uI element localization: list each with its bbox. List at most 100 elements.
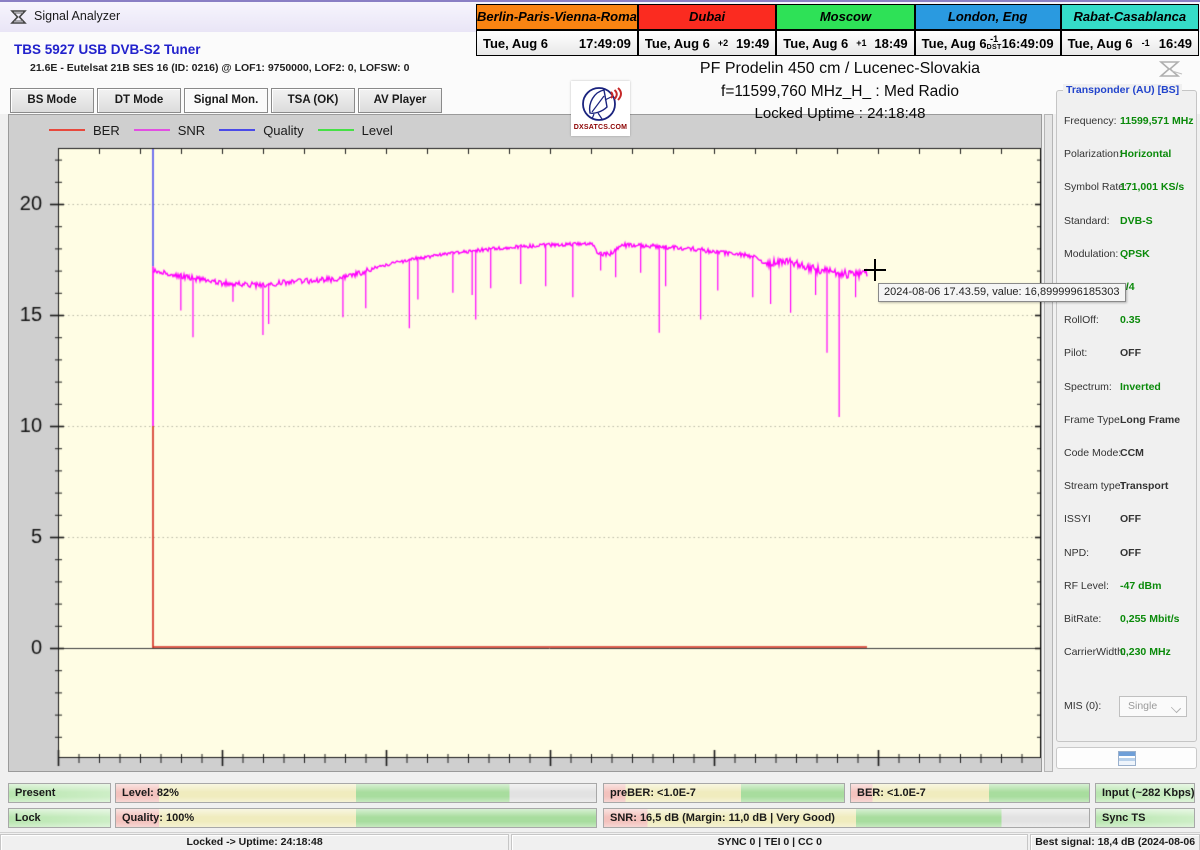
meter-ber: BER: <1.0E-7 (850, 783, 1090, 803)
tab-bs-mode[interactable]: BS Mode (10, 88, 94, 113)
logo-text: DXSATCS.COM (574, 124, 627, 131)
tp-label: BitRate: (1064, 613, 1101, 625)
meter-syncts: Sync TS (1095, 808, 1195, 828)
tp-label: Modulation: (1064, 248, 1118, 260)
tp-row-spectrum: Spectrum: Inverted (1057, 381, 1196, 395)
chevron-down-icon (1171, 703, 1181, 713)
tp-value: QPSK (1120, 248, 1150, 260)
panel-splitter[interactable] (1044, 114, 1053, 772)
meter-label: Present (15, 787, 55, 799)
tp-label: Frame Type: (1064, 414, 1123, 426)
meter-label: preBER: <1.0E-7 (610, 787, 696, 799)
tp-value: 171,001 KS/s (1120, 181, 1184, 193)
tp-row-frametype: Frame Type:Long Frame (1057, 414, 1196, 428)
tp-value: 0.35 (1120, 314, 1140, 326)
satellite-dish-icon (580, 83, 622, 123)
signature-icon (1158, 58, 1184, 78)
tp-label: Polarization: (1064, 148, 1122, 160)
tp-row-issyi: ISSYI OFF (1057, 513, 1196, 527)
tp-value: 0,230 MHz (1120, 646, 1171, 658)
tp-label: RF Level: (1064, 580, 1109, 592)
locked-uptime-title: Locked Uptime : 24:18:48 (580, 105, 1100, 122)
transponder-list-button[interactable] (1056, 747, 1197, 769)
tp-label: NPD: (1064, 547, 1089, 559)
tp-value: OFF (1120, 513, 1141, 525)
meter-level: Level: 82% (115, 783, 597, 803)
tp-row-bitrate: BitRate: 0,255 Mbit/s (1057, 613, 1196, 627)
chart-tooltip: 2024-08-06 17.43.59, value: 16,899999618… (878, 283, 1126, 302)
meter-lock: Lock (8, 808, 111, 828)
window-title: Signal Analyzer (34, 9, 120, 23)
tp-row-standard: Standard: DVB-S (1057, 215, 1196, 229)
signal-analyzer-window: Signal Analyzer TBS 5927 USB DVB-S2 Tune… (0, 0, 1200, 850)
meter-label: BER: <1.0E-7 (857, 787, 926, 799)
tab-tsa[interactable]: TSA (OK) (271, 88, 355, 113)
clock-city: Moscow (777, 5, 913, 31)
meter-label: SNR: 16,5 dB (Margin: 11,0 dB | Very Goo… (610, 812, 835, 824)
tp-row-streamtype: Stream type:Transport (1057, 480, 1196, 494)
tp-value: DVB-S (1120, 215, 1153, 227)
tp-label: Symbol Rate: (1064, 181, 1127, 193)
tp-value: Horizontal (1120, 148, 1171, 160)
tp-value: OFF (1120, 547, 1141, 559)
meter-input: Input (~282 Kbps) (1095, 783, 1195, 803)
clock-time: Tue, Aug 6-1DST16:49:09 (916, 31, 1060, 55)
clock-city: Rabat-Casablanca (1062, 5, 1198, 31)
tp-label: Standard: (1064, 215, 1110, 227)
tp-value: Inverted (1120, 381, 1161, 393)
meter-present: Present (8, 783, 111, 803)
meter-label: Level: 82% (122, 787, 179, 799)
tp-value: OFF (1120, 347, 1141, 359)
mis-selected-value: Single (1128, 700, 1157, 712)
clock-4: Rabat-CasablancaTue, Aug 6-116:49 (1062, 5, 1198, 55)
clock-3: London, EngTue, Aug 6-1DST16:49:09 (916, 5, 1062, 55)
clock-city: Berlin-Paris-Vienna-Roma (477, 5, 637, 31)
tp-value: 0,255 Mbit/s (1120, 613, 1180, 625)
tp-row-rflevel: RF Level:-47 dBm (1057, 580, 1196, 594)
tp-value: Long Frame (1120, 414, 1180, 426)
status-bar: Locked -> Uptime: 24:18:48 SYNC 0 | TEI … (0, 832, 1200, 850)
tp-row-pilot: Pilot: OFF (1057, 347, 1196, 361)
tab-av-player[interactable]: AV Player (358, 88, 442, 113)
tp-value: Transport (1120, 480, 1168, 492)
clock-1: DubaiTue, Aug 6+219:49 (639, 5, 777, 55)
tp-row-rolloff: RollOff: 0.35 (1057, 314, 1196, 328)
tp-label: ISSYI (1064, 513, 1091, 525)
tp-value: CCM (1120, 447, 1144, 459)
tab-dt-mode[interactable]: DT Mode (97, 88, 181, 113)
tp-label: Code Mode: (1064, 447, 1121, 459)
tp-label: Spectrum: (1064, 381, 1112, 393)
tp-value: 11599,571 MHz (1120, 115, 1194, 127)
meter-label: Quality: 100% (122, 812, 194, 824)
statusbar-sync-counters: SYNC 0 | TEI 0 | CC 0 (511, 834, 1028, 850)
clock-city: London, Eng (916, 5, 1060, 31)
tuner-details: 21.6E - Eutelsat 21B SES 16 (ID: 0216) @… (30, 62, 409, 74)
meter-quality: Quality: 100% (115, 808, 597, 828)
clock-2: MoscowTue, Aug 6+118:49 (777, 5, 915, 55)
app-icon (10, 9, 27, 25)
statusbar-best-signal: Best signal: 18,4 dB (2024-08-06 07:23) (1030, 834, 1200, 850)
tp-label: RollOff: (1064, 314, 1099, 326)
meter-label: Lock (15, 812, 41, 824)
transponder-panel: Transponder (AU) [BS] Frequency:11599,57… (1056, 90, 1197, 742)
clock-city: Dubai (639, 5, 775, 31)
frequency-service-title: f=11599,760 MHz_H_ : Med Radio (580, 83, 1100, 101)
tp-row-codemode: Code Mode:CCM (1057, 447, 1196, 461)
clock-time: Tue, Aug 6+219:49 (639, 31, 775, 55)
meter-snr: SNR: 16,5 dB (Margin: 11,0 dB | Very Goo… (603, 808, 1090, 828)
mis-dropdown[interactable]: Single (1119, 696, 1187, 717)
tp-label: CarrierWidth: (1064, 646, 1126, 658)
antenna-location-title: PF Prodelin 450 cm / Lucenec-Slovakia (560, 60, 1120, 78)
signal-chart[interactable] (9, 115, 1041, 771)
mis-label: MIS (0): (1064, 700, 1101, 712)
tp-row-symbolrate: Symbol Rate:171,001 KS/s (1057, 181, 1196, 195)
tp-row-modulation: Modulation:QPSK (1057, 248, 1196, 262)
tab-signal-mon[interactable]: Signal Mon. (184, 88, 268, 113)
tp-row-npd: NPD: OFF (1057, 547, 1196, 561)
signal-chart-panel: BERSNRQualityLevel (8, 114, 1042, 772)
world-clocks: Berlin-Paris-Vienna-RomaTue, Aug 617:49:… (476, 4, 1199, 56)
tp-row-carrierwidth: CarrierWidth:0,230 MHz (1057, 646, 1196, 660)
tp-label: Pilot: (1064, 347, 1087, 359)
list-grid-icon (1118, 751, 1136, 766)
clock-time: Tue, Aug 6-116:49 (1062, 31, 1198, 55)
